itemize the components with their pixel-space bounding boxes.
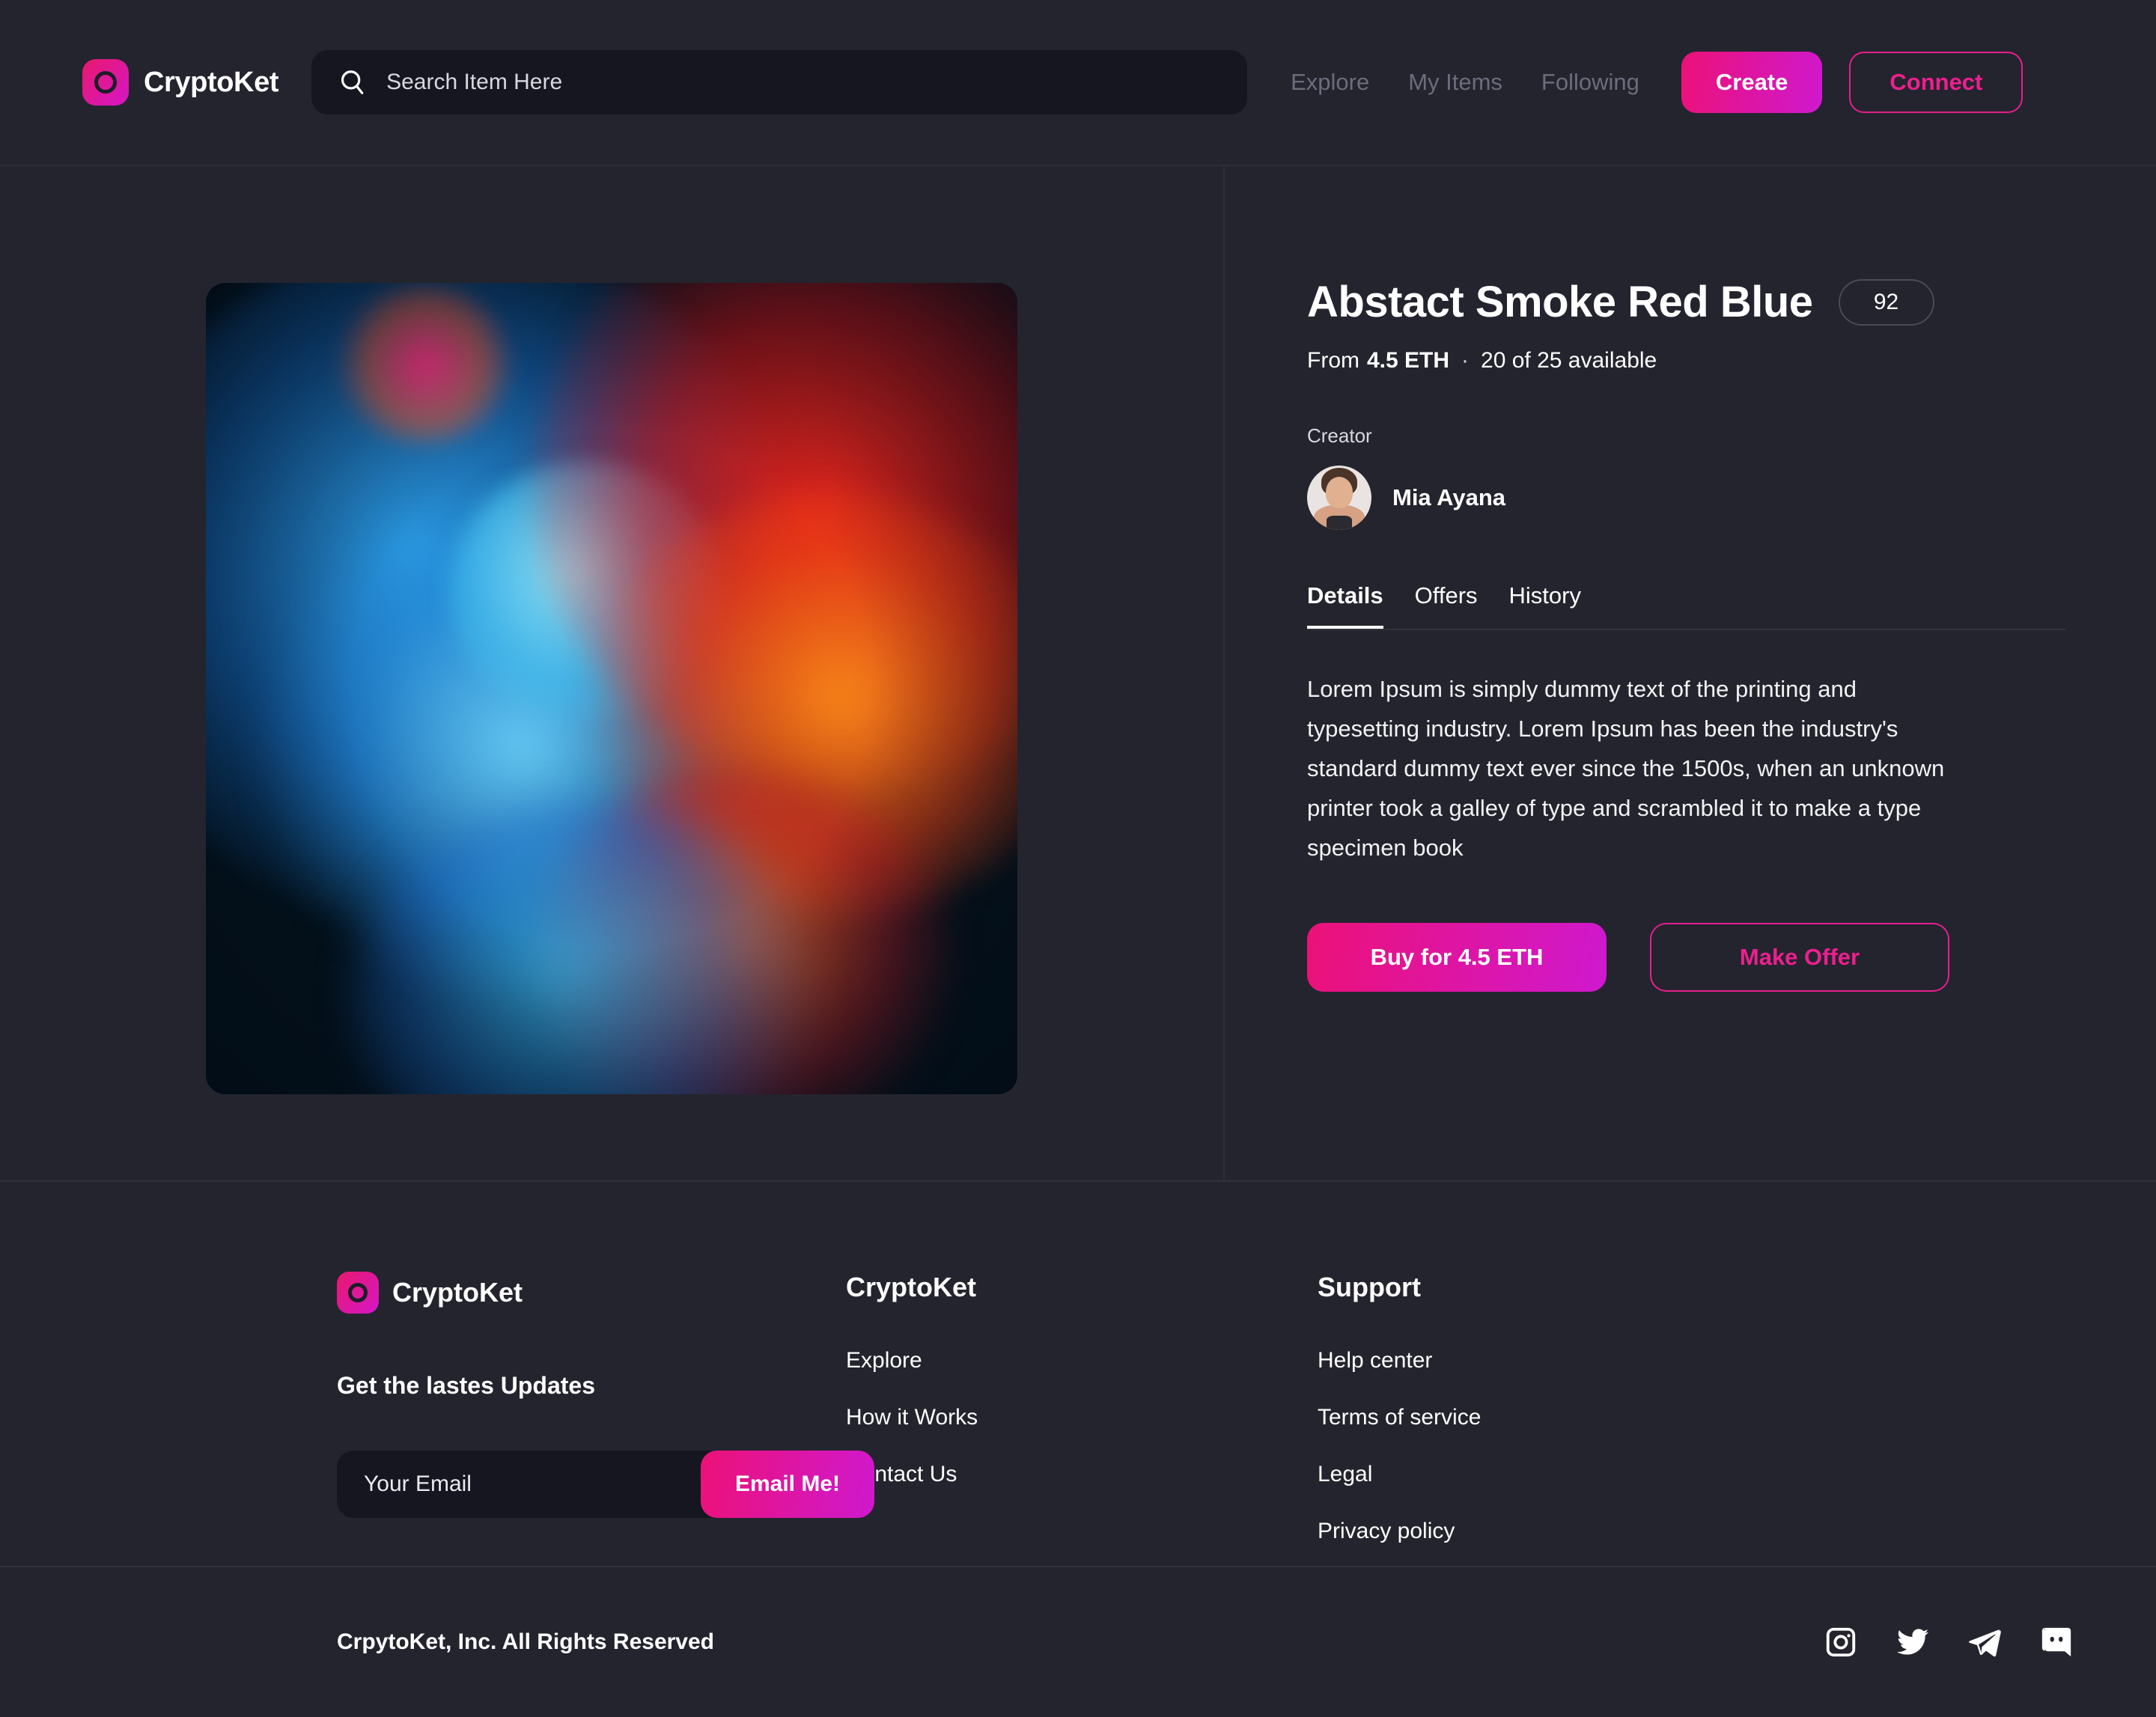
- detail-tabs: Details Offers History: [1307, 582, 2066, 629]
- separator-dot: ·: [1461, 348, 1470, 373]
- footer-brand-logo[interactable]: CryptoKet: [337, 1272, 846, 1314]
- circle-ring-logo-icon: [82, 59, 129, 106]
- search-bar[interactable]: [311, 50, 1248, 115]
- creator-label: Creator: [1307, 424, 1372, 447]
- circle-ring-logo-icon: [337, 1272, 379, 1314]
- creator-row[interactable]: Mia Ayana: [1307, 466, 2066, 530]
- item-title: Abstact Smoke Red Blue: [1307, 278, 1813, 326]
- footer-column-support: Support Help center Terms of service Leg…: [1318, 1272, 1789, 1544]
- copyright-text: CrpytoKet, Inc. All Rights Reserved: [337, 1629, 714, 1654]
- instagram-icon[interactable]: [1824, 1625, 1858, 1659]
- top-navbar: CryptoKet Explore My Items Following Cre…: [0, 0, 2156, 166]
- telegram-icon[interactable]: [1967, 1625, 2002, 1659]
- footer-link-explore[interactable]: Explore: [846, 1348, 1318, 1373]
- like-count-badge[interactable]: 92: [1838, 278, 1934, 326]
- item-info-column: Abstact Smoke Red Blue 92 From 4.5 ETH ·…: [1225, 166, 2156, 1180]
- footer-link-contact-us[interactable]: Contact Us: [846, 1462, 1318, 1487]
- discord-icon[interactable]: [2039, 1625, 2074, 1659]
- twitter-icon[interactable]: [1895, 1625, 1930, 1659]
- item-description: Lorem Ipsum is simply dummy text of the …: [1307, 676, 1945, 861]
- footer-link-help-center[interactable]: Help center: [1318, 1348, 1789, 1373]
- site-footer: CryptoKet Get the lastes Updates Email M…: [0, 1180, 2156, 1544]
- artwork-column: [0, 166, 1225, 1180]
- nft-artwork-image: [206, 283, 1017, 1094]
- tab-details[interactable]: Details: [1307, 582, 1383, 629]
- footer-column-heading: CryptoKet: [846, 1272, 977, 1302]
- footer-brand-name: CryptoKet: [392, 1277, 523, 1308]
- newsletter-form[interactable]: Email Me!: [337, 1451, 874, 1518]
- connect-wallet-button[interactable]: Connect: [1849, 52, 2023, 113]
- footer-newsletter-column: CryptoKet Get the lastes Updates Email M…: [82, 1272, 874, 1544]
- nav-link-my-items[interactable]: My Items: [1408, 69, 1502, 96]
- creator-avatar: [1307, 466, 1371, 530]
- tab-offers[interactable]: Offers: [1415, 582, 1478, 629]
- footer-link-terms-of-service[interactable]: Terms of service: [1318, 1405, 1789, 1430]
- brand-logo[interactable]: CryptoKet: [82, 59, 278, 106]
- social-links: [1824, 1625, 2074, 1659]
- footer-link-how-it-works[interactable]: How it Works: [846, 1405, 1318, 1430]
- item-price: 4.5 ETH: [1367, 348, 1450, 373]
- tab-history[interactable]: History: [1509, 582, 1581, 629]
- make-offer-button[interactable]: Make Offer: [1650, 923, 1949, 992]
- nav-link-explore[interactable]: Explore: [1291, 69, 1369, 96]
- nav-link-following[interactable]: Following: [1541, 69, 1639, 96]
- email-input[interactable]: [364, 1472, 693, 1497]
- footer-bottom-bar: CrpytoKet, Inc. All Rights Reserved: [0, 1566, 2156, 1717]
- buy-button[interactable]: Buy for 4.5 ETH: [1307, 923, 1607, 992]
- footer-link-legal[interactable]: Legal: [1318, 1462, 1789, 1487]
- app-root: CryptoKet Explore My Items Following Cre…: [0, 0, 2156, 1717]
- creator-name: Mia Ayana: [1392, 484, 1506, 510]
- title-row: Abstact Smoke Red Blue 92: [1307, 277, 2066, 327]
- newsletter-heading: Get the lastes Updates: [337, 1372, 595, 1399]
- email-me-button[interactable]: Email Me!: [700, 1451, 874, 1518]
- cta-row: Buy for 4.5 ETH Make Offer: [1307, 923, 2066, 992]
- create-button[interactable]: Create: [1681, 52, 1823, 113]
- price-availability-line: From 4.5 ETH · 20 of 25 available: [1307, 348, 2066, 373]
- search-input[interactable]: [386, 70, 1221, 95]
- search-icon: [338, 68, 367, 97]
- footer-link-privacy-policy[interactable]: Privacy policy: [1318, 1519, 1789, 1544]
- logo-inner-ring: [94, 71, 117, 94]
- footer-column-cryptoket: CryptoKet Explore How it Works Contact U…: [846, 1272, 1318, 1544]
- footer-logo-inner-ring: [348, 1283, 368, 1302]
- primary-nav: Explore My Items Following: [1291, 69, 1639, 96]
- tabs-divider: [1307, 629, 2066, 630]
- footer-links-list: Explore How it Works Contact Us: [846, 1348, 1318, 1487]
- footer-links-list: Help center Terms of service Legal Priva…: [1318, 1348, 1789, 1544]
- item-detail-section: Abstact Smoke Red Blue 92 From 4.5 ETH ·…: [0, 166, 2156, 1180]
- price-prefix-label: From: [1307, 348, 1359, 373]
- item-availability: 20 of 25 available: [1481, 348, 1657, 373]
- footer-column-heading: Support: [1318, 1272, 1421, 1302]
- brand-name: CryptoKet: [144, 66, 279, 98]
